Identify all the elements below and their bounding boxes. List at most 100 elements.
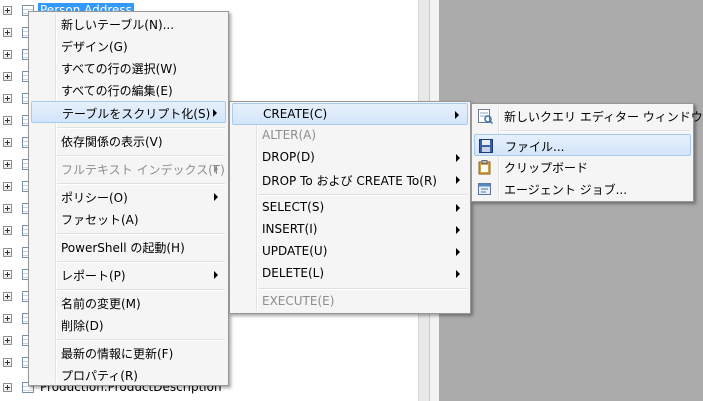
expand-icon[interactable] [3,160,12,169]
menu-separator [57,233,225,235]
submenu-arrow-icon [455,111,459,119]
menu-item-label: クリップボード [504,161,589,175]
expand-icon[interactable] [3,358,12,367]
menu-item-label: 名前の変更(M) [61,297,141,311]
menu-item-drop[interactable]: DROP(D) [232,147,468,169]
table-context-menu: 新しいテーブル(N)... デザイン(G) すべての行の選択(W) すべての行の… [28,11,229,386]
expand-icon[interactable] [3,94,12,103]
menu-item-label: EXECUTE(E) [262,294,335,308]
menu-item-label: ファイル... [505,140,565,154]
menu-item-drop-and-create[interactable]: DROP To および CREATE To(R) [232,169,468,191]
menu-item-reports[interactable]: レポート(P) [31,264,226,286]
menu-item-view-dependencies[interactable]: 依存関係の表示(V) [31,130,226,152]
menu-item-alter: ALTER(A) [232,125,468,147]
submenu-arrow-icon [456,270,460,278]
menu-item-label: デザイン(G) [61,40,128,54]
menu-item-agent-job[interactable]: エージェント ジョブ... [474,178,691,200]
menu-item-create[interactable]: CREATE(C) [232,103,468,125]
expand-icon[interactable] [3,270,12,279]
menu-item-edit-all-rows[interactable]: すべての行の編集(E) [31,79,226,101]
menu-separator [500,130,690,132]
menu-separator [57,261,225,263]
menu-item-start-powershell[interactable]: PowerShell の起動(H) [31,236,226,258]
submenu-arrow-icon [214,193,218,201]
menu-item-label: すべての行の編集(E) [61,84,173,98]
menu-item-design[interactable]: デザイン(G) [31,35,226,57]
menu-item-policies[interactable]: ポリシー(O) [31,186,226,208]
menu-separator [57,183,225,185]
menu-item-label: ファセット(A) [61,213,139,227]
menu-item-label: CREATE(C) [263,107,328,121]
menu-item-label: すべての行の選択(W) [61,62,177,76]
submenu-arrow-icon [213,109,217,117]
submenu-arrow-icon [456,176,460,184]
menu-item-label: 新しいテーブル(N)... [61,18,175,32]
menu-item-label: 新しいクエリ エディター ウィンドウ [504,110,703,124]
expand-icon[interactable] [3,28,12,37]
menu-item-delete[interactable]: 削除(D) [31,314,226,336]
menu-item-label: INSERT(I) [262,222,318,236]
expand-icon[interactable] [3,314,12,323]
menu-item-rename[interactable]: 名前の変更(M) [31,292,226,314]
menu-item-clipboard[interactable]: クリップボード [474,156,691,178]
menu-item-label: テーブルをスクリプト化(S) [62,107,211,121]
menu-item-fulltext-index: フルテキスト インデックス(T) [31,158,226,180]
expand-icon[interactable] [3,6,12,15]
menu-item-label: UPDATE(U) [262,244,328,258]
menu-item-label: ALTER(A) [262,128,317,142]
submenu-arrow-icon [456,248,460,256]
menu-separator [57,289,225,291]
expand-icon[interactable] [3,383,12,392]
menu-item-label: DROP To および CREATE To(R) [262,174,437,188]
expand-icon[interactable] [3,248,12,257]
menu-separator [57,127,225,129]
menu-item-label: 削除(D) [61,319,104,333]
menu-item-select[interactable]: SELECT(S) [232,197,468,219]
expand-icon[interactable] [3,226,12,235]
menu-item-label: DROP(D) [262,150,315,164]
menu-item-label: DELETE(L) [262,266,325,280]
menu-item-new-query-window[interactable]: 新しいクエリ エディター ウィンドウ [474,105,703,127]
expand-icon[interactable] [3,336,12,345]
menu-item-label: プロパティ(R) [61,369,138,383]
expand-icon[interactable] [3,116,12,125]
query-window-icon [478,109,493,124]
menu-item-label: レポート(P) [61,269,126,283]
menu-item-refresh[interactable]: 最新の情報に更新(F) [31,342,226,364]
menu-item-label: ポリシー(O) [61,191,128,205]
menu-item-label: フルテキスト インデックス(T) [61,163,225,177]
menu-item-select-all-rows[interactable]: すべての行の選択(W) [31,57,226,79]
menu-separator [57,155,225,157]
submenu-arrow-icon [456,226,460,234]
menu-item-update[interactable]: UPDATE(U) [232,241,468,263]
agent-job-icon [478,183,491,195]
menu-item-new-table[interactable]: 新しいテーブル(N)... [31,13,226,35]
expand-icon[interactable] [3,72,12,81]
expand-icon[interactable] [3,182,12,191]
menu-item-properties[interactable]: プロパティ(R) [31,364,226,386]
menu-item-facets[interactable]: ファセット(A) [31,208,226,230]
expand-icon[interactable] [3,292,12,301]
menu-item-file[interactable]: ファイル... [474,134,691,156]
submenu-arrow-icon [214,165,218,173]
submenu-arrow-icon [456,154,460,162]
menu-item-delete-script[interactable]: DELETE(L) [232,263,468,285]
menu-item-label: 依存関係の表示(V) [61,135,163,149]
menu-separator [258,194,467,196]
clipboard-icon [478,160,491,175]
menu-item-insert[interactable]: INSERT(I) [232,219,468,241]
save-file-icon [479,139,493,153]
expand-icon[interactable] [3,204,12,213]
expand-icon[interactable] [3,50,12,59]
create-to-submenu: 新しいクエリ エディター ウィンドウ ファイル... クリップボード エージェン… [471,103,703,202]
menu-item-label: 最新の情報に更新(F) [61,347,174,361]
menu-separator [57,339,225,341]
menu-item-script-table[interactable]: テーブルをスクリプト化(S) [31,101,226,123]
menu-separator [258,288,467,290]
menu-item-label: SELECT(S) [262,200,325,214]
expand-icon[interactable] [3,138,12,147]
menu-item-label: PowerShell の起動(H) [61,241,185,255]
menu-item-execute: EXECUTE(E) [232,291,468,313]
submenu-arrow-icon [214,271,218,279]
menu-item-label: エージェント ジョブ... [504,183,628,197]
